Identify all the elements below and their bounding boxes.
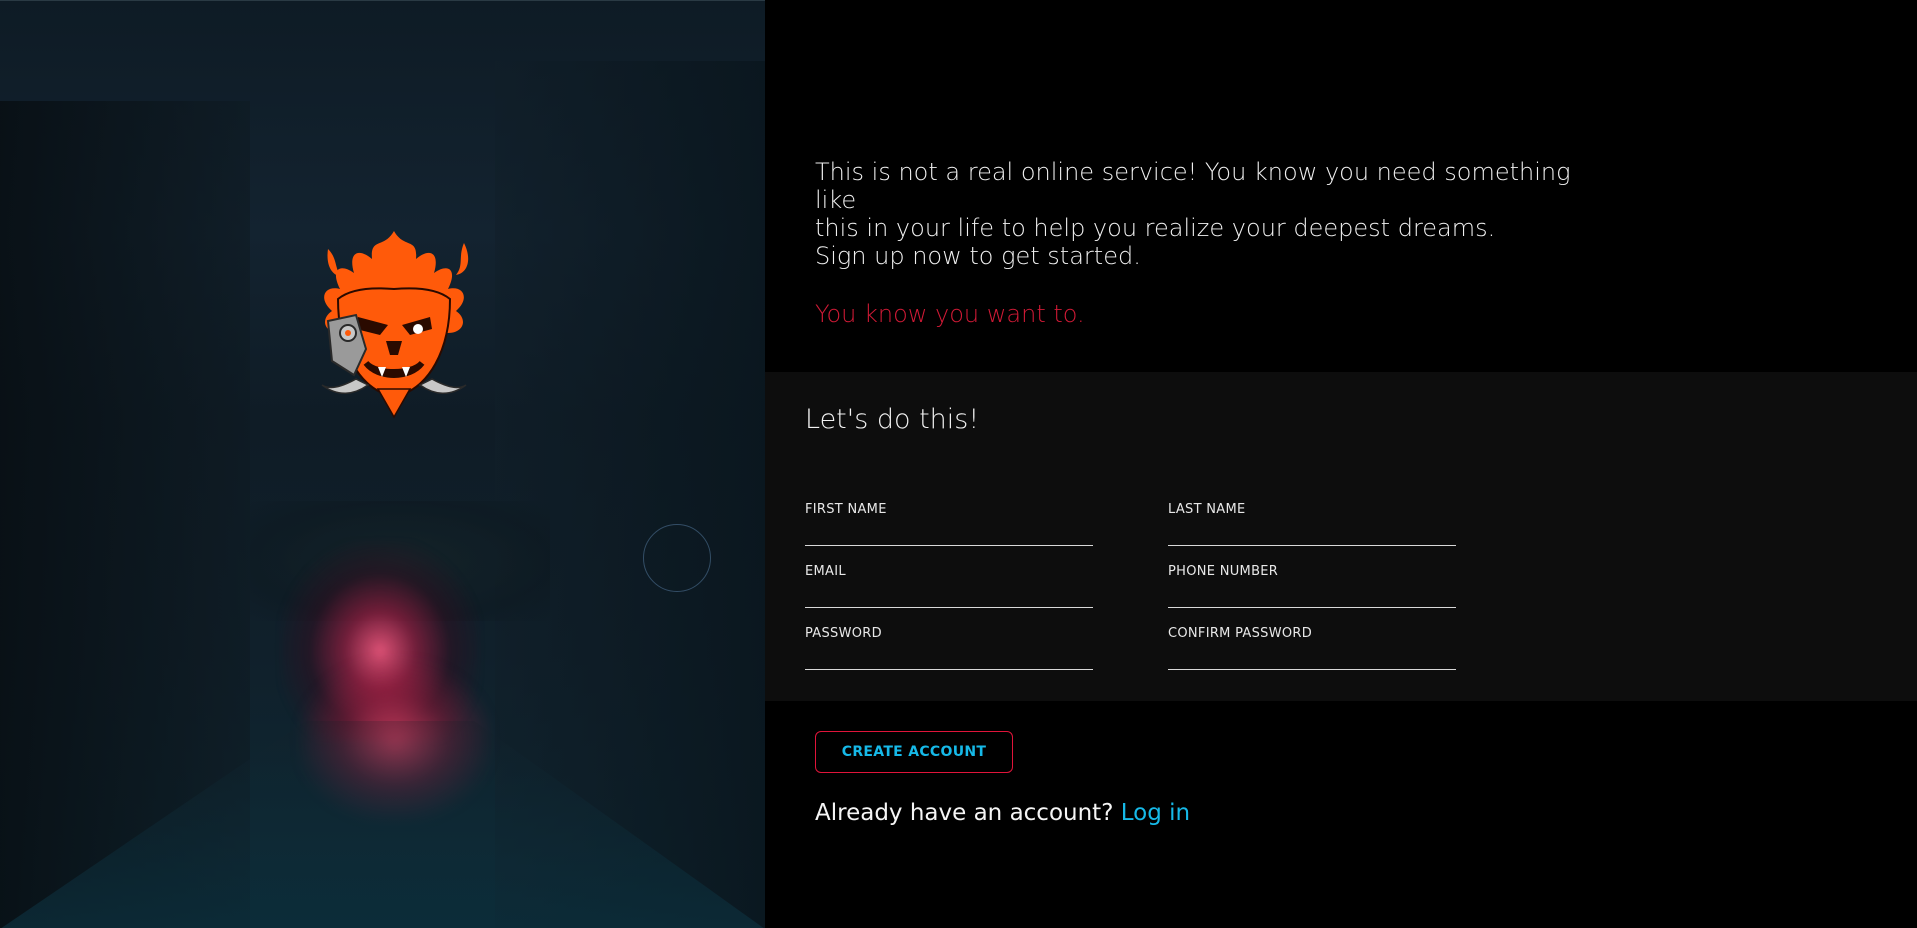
email-field: EMAIL bbox=[805, 564, 1093, 608]
phone-number-input[interactable] bbox=[1168, 581, 1456, 608]
email-input[interactable] bbox=[805, 581, 1093, 608]
password-field: PASSWORD bbox=[805, 626, 1093, 670]
intro-line-1: This is not a real online service! You k… bbox=[815, 158, 1571, 214]
email-label: EMAIL bbox=[805, 564, 846, 579]
create-account-button[interactable]: CREATE ACCOUNT bbox=[815, 731, 1013, 773]
hero-background-image bbox=[0, 0, 765, 928]
confirm-password-label: CONFIRM PASSWORD bbox=[1168, 626, 1313, 641]
samurai-demon-logo-icon bbox=[321, 231, 469, 419]
hero-lamp bbox=[643, 524, 711, 592]
login-prompt: Already have an account? Log in bbox=[815, 800, 1190, 826]
first-name-input[interactable] bbox=[805, 519, 1093, 546]
confirm-password-input[interactable] bbox=[1168, 643, 1456, 670]
first-name-label: FIRST NAME bbox=[805, 502, 887, 517]
intro-teaser: You know you want to. bbox=[815, 300, 1085, 328]
last-name-field: LAST NAME bbox=[1168, 502, 1456, 546]
form-title: Let's do this! bbox=[805, 404, 980, 435]
phone-number-field: PHONE NUMBER bbox=[1168, 564, 1456, 608]
intro-line-3: Sign up now to get started. bbox=[815, 242, 1141, 270]
last-name-label: LAST NAME bbox=[1168, 502, 1246, 517]
login-link[interactable]: Log in bbox=[1121, 800, 1190, 826]
password-input[interactable] bbox=[805, 643, 1093, 670]
signup-page: This is not a real online service! You k… bbox=[0, 0, 1917, 928]
first-name-field: FIRST NAME bbox=[805, 502, 1093, 546]
signup-content: This is not a real online service! You k… bbox=[765, 0, 1917, 928]
phone-number-label: PHONE NUMBER bbox=[1168, 564, 1279, 579]
last-name-input[interactable] bbox=[1168, 519, 1456, 546]
confirm-password-field: CONFIRM PASSWORD bbox=[1168, 626, 1456, 670]
password-label: PASSWORD bbox=[805, 626, 882, 641]
signup-form: Let's do this! FIRST NAME LAST NAME EMAI… bbox=[765, 372, 1917, 701]
intro-text-block: This is not a real online service! You k… bbox=[815, 158, 1615, 328]
login-prompt-text: Already have an account? bbox=[815, 800, 1114, 826]
intro-line-2: this in your life to help you realize yo… bbox=[815, 214, 1496, 242]
